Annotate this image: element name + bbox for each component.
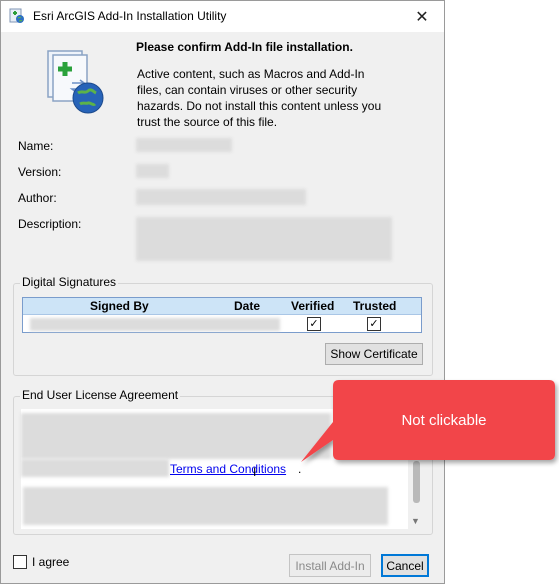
security-warning: Active content, such as Macros and Add-I… bbox=[137, 66, 397, 130]
eula-text-redacted bbox=[23, 487, 388, 525]
trusted-checkbox: ✓ bbox=[367, 317, 381, 331]
eula-text-redacted bbox=[21, 459, 169, 477]
warning-line: Active content, such as Macros and Add-I… bbox=[137, 67, 365, 81]
warning-line: files, can contain viruses or other secu… bbox=[137, 83, 358, 97]
agree-label[interactable]: I agree bbox=[32, 555, 69, 569]
callout-label: Not clickable bbox=[401, 411, 487, 429]
show-certificate-button[interactable]: Show Certificate bbox=[325, 343, 423, 365]
author-label: Author: bbox=[18, 191, 57, 205]
column-signed-by[interactable]: Signed By bbox=[90, 299, 149, 313]
name-label: Name: bbox=[18, 139, 54, 153]
addin-install-icon bbox=[47, 50, 104, 114]
checkmark-icon: ✓ bbox=[369, 318, 379, 330]
version-label: Version: bbox=[18, 165, 62, 179]
author-value-redacted bbox=[136, 189, 306, 205]
version-value-redacted bbox=[136, 164, 169, 178]
checkmark-icon: ✓ bbox=[309, 318, 319, 330]
window-title: Esri ArcGIS Add-In Installation Utility bbox=[33, 9, 227, 23]
digital-signatures-legend: Digital Signatures bbox=[20, 275, 119, 289]
warning-line: trust the source of this file. bbox=[137, 115, 278, 129]
installation-dialog: Esri ArcGIS Add-In Installation Utility … bbox=[0, 0, 445, 584]
signatures-table-header: Signed By Date Verified Trusted bbox=[23, 298, 421, 315]
scroll-down-icon[interactable]: ▼ bbox=[411, 516, 420, 526]
eula-text-redacted bbox=[21, 413, 331, 459]
column-date[interactable]: Date bbox=[234, 299, 260, 313]
arcgis-addin-icon bbox=[9, 8, 24, 23]
description-label: Description: bbox=[18, 217, 82, 231]
install-addin-button[interactable]: Install Add-In bbox=[289, 554, 371, 577]
terms-link: Terms and Conditions bbox=[170, 462, 287, 476]
description-value-redacted bbox=[136, 217, 392, 261]
eula-legend: End User License Agreement bbox=[20, 388, 181, 402]
digital-signatures-group: Digital Signatures Signed By Date Verifi… bbox=[13, 275, 433, 376]
signatures-table: Signed By Date Verified Trusted ✓ ✓ bbox=[22, 297, 422, 333]
verified-checkbox: ✓ bbox=[307, 317, 321, 331]
signer-value-redacted bbox=[30, 318, 280, 331]
name-value-redacted bbox=[136, 138, 232, 152]
link-suffix: . bbox=[298, 462, 302, 476]
title-bar: Esri ArcGIS Add-In Installation Utility … bbox=[1, 1, 444, 32]
close-button[interactable]: ✕ bbox=[400, 1, 444, 32]
agree-checkbox[interactable] bbox=[13, 555, 27, 569]
cancel-button[interactable]: Cancel bbox=[381, 554, 429, 577]
close-icon: ✕ bbox=[415, 8, 429, 26]
column-verified[interactable]: Verified bbox=[291, 299, 334, 313]
column-trusted[interactable]: Trusted bbox=[353, 299, 396, 313]
scroll-thumb[interactable] bbox=[413, 461, 420, 503]
warning-line: hazards. Do not install this content unl… bbox=[137, 99, 382, 113]
dialog-body: Please confirm Add-In file installation.… bbox=[1, 32, 444, 583]
text-cursor-icon: I bbox=[253, 465, 257, 479]
confirm-heading: Please confirm Add-In file installation. bbox=[136, 40, 353, 54]
